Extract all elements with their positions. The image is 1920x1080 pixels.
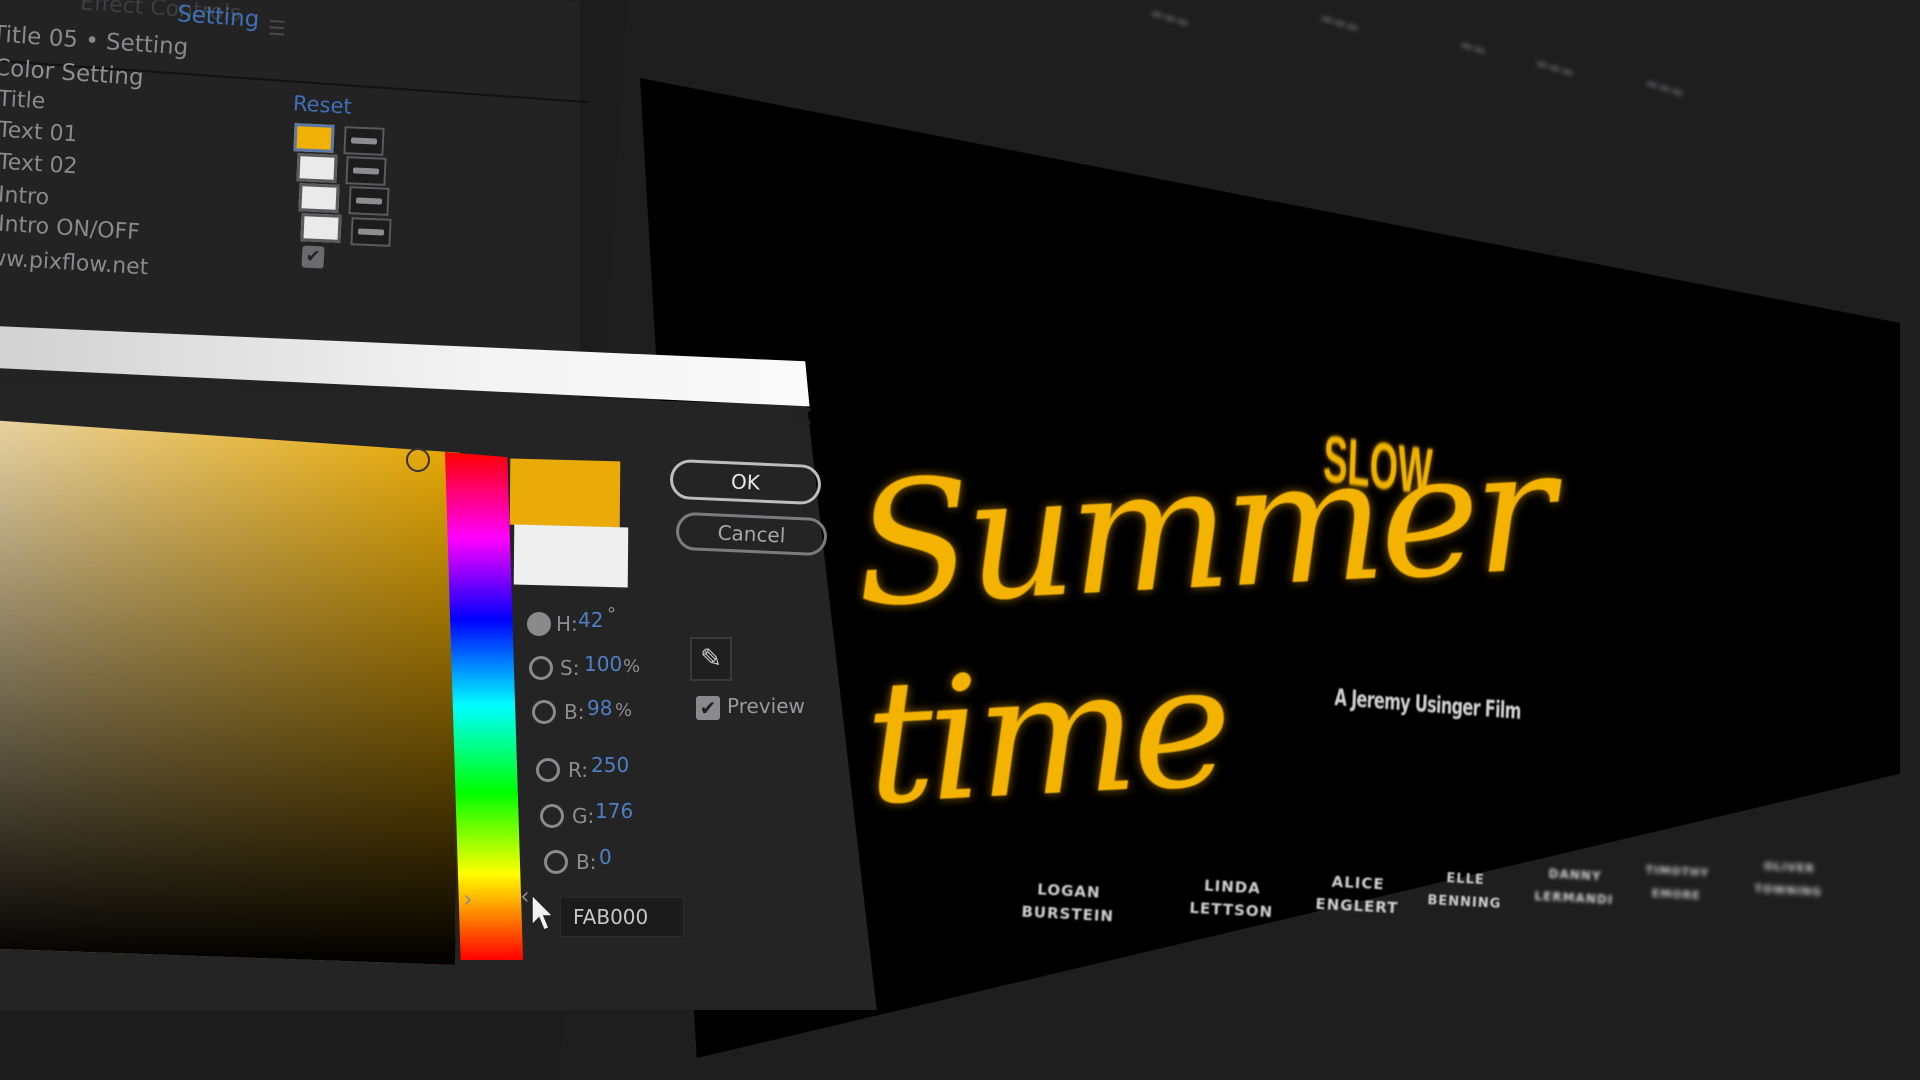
cast-last-name: BURSTEIN	[1021, 902, 1115, 926]
color-swatch-text-01[interactable]	[293, 123, 335, 153]
eyedropper-icon	[350, 137, 378, 145]
eyedropper-icon[interactable]: ✎	[690, 637, 732, 681]
color-field-cursor[interactable]	[406, 448, 430, 472]
cast-last-name: LETTSON	[1189, 898, 1274, 922]
eyedropper-icon	[357, 228, 385, 236]
color-swatch-intro-onoff[interactable]	[300, 213, 342, 243]
property-label: Intro	[0, 182, 50, 211]
hue-label: H:	[556, 612, 578, 636]
cast-last-name: ENGLERT	[1315, 894, 1399, 918]
radio-red[interactable]	[536, 758, 560, 782]
radio-green[interactable]	[540, 804, 564, 828]
red-label: R:	[568, 758, 589, 782]
ok-button[interactable]: OK	[669, 458, 822, 506]
saturation-label: S:	[560, 656, 580, 680]
pixflow-checkbox[interactable]: ✔	[301, 245, 325, 269]
property-label: Text 01	[0, 117, 79, 148]
radio-blue[interactable]	[544, 850, 568, 874]
script-title: Summer time	[850, 411, 1555, 844]
new-color-swatch	[509, 458, 621, 528]
saturation-unit: %	[623, 656, 641, 677]
radio-brightness[interactable]	[532, 700, 556, 724]
close-icon[interactable]: ✕	[790, 400, 815, 435]
hamburger-icon[interactable]: ☰	[267, 15, 287, 40]
cast-name: TIMOTHY EMORE	[1644, 858, 1710, 907]
cast-last-name: TOWNING	[1754, 882, 1823, 899]
eyedropper-button[interactable]	[350, 217, 392, 247]
radio-saturation[interactable]	[529, 656, 553, 680]
property-label: Title	[0, 86, 46, 115]
blue-label: B:	[576, 850, 597, 874]
brightness-value[interactable]: 98	[587, 696, 612, 720]
preview-label: Preview	[727, 694, 805, 718]
cast-name: LINDA LETTSON	[1189, 874, 1275, 924]
brightness-unit: %	[615, 700, 633, 721]
cast-last-name: BENNING	[1427, 893, 1502, 912]
hex-input[interactable]: FAB000	[560, 897, 684, 937]
red-value[interactable]: 250	[591, 753, 629, 777]
cast-name: ELLE BENNING	[1427, 866, 1503, 916]
eyedropper-button[interactable]	[345, 156, 387, 186]
green-value[interactable]: 176	[595, 799, 633, 823]
cast-last-name: EMORE	[1651, 886, 1701, 903]
eyedropper-button[interactable]	[348, 186, 390, 216]
eyedropper-button[interactable]	[343, 126, 385, 156]
original-color-swatch[interactable]	[513, 524, 629, 588]
mouse-cursor-icon	[531, 893, 555, 931]
reset-link[interactable]: Reset	[292, 91, 352, 119]
saturation-value[interactable]: 100	[584, 652, 622, 676]
cast-name: ALICE ENGLERT	[1315, 870, 1400, 920]
blue-value[interactable]: 0	[599, 845, 612, 869]
hue-unit: °	[607, 604, 616, 625]
color-swatch-intro[interactable]	[298, 183, 340, 213]
cancel-button[interactable]: Cancel	[675, 511, 828, 557]
cast-first-name: TIMOTHY	[1645, 863, 1710, 880]
property-label: Text 02	[0, 149, 79, 180]
saturation-brightness-field[interactable]	[0, 420, 460, 965]
hue-slider-handle-right[interactable]: ‹	[520, 882, 530, 910]
radio-hue[interactable]	[527, 612, 551, 636]
brightness-label: B:	[564, 700, 585, 724]
hue-slider-handle-left[interactable]: ›	[463, 885, 473, 913]
preview-checkbox[interactable]: ✔	[696, 696, 720, 720]
cast-last-name: LERMANDI	[1534, 888, 1614, 908]
color-swatch-text-02[interactable]	[296, 153, 338, 183]
cast-name: DANNY LERMANDI	[1534, 862, 1615, 912]
eyedropper-icon	[352, 167, 380, 175]
green-label: G:	[572, 804, 595, 828]
cast-name: OLIVER TOWNING	[1754, 854, 1824, 903]
eyedropper-icon	[355, 197, 383, 205]
cast-name: LOGAN BURSTEIN	[1021, 878, 1116, 929]
hue-value[interactable]: 42	[578, 608, 603, 632]
